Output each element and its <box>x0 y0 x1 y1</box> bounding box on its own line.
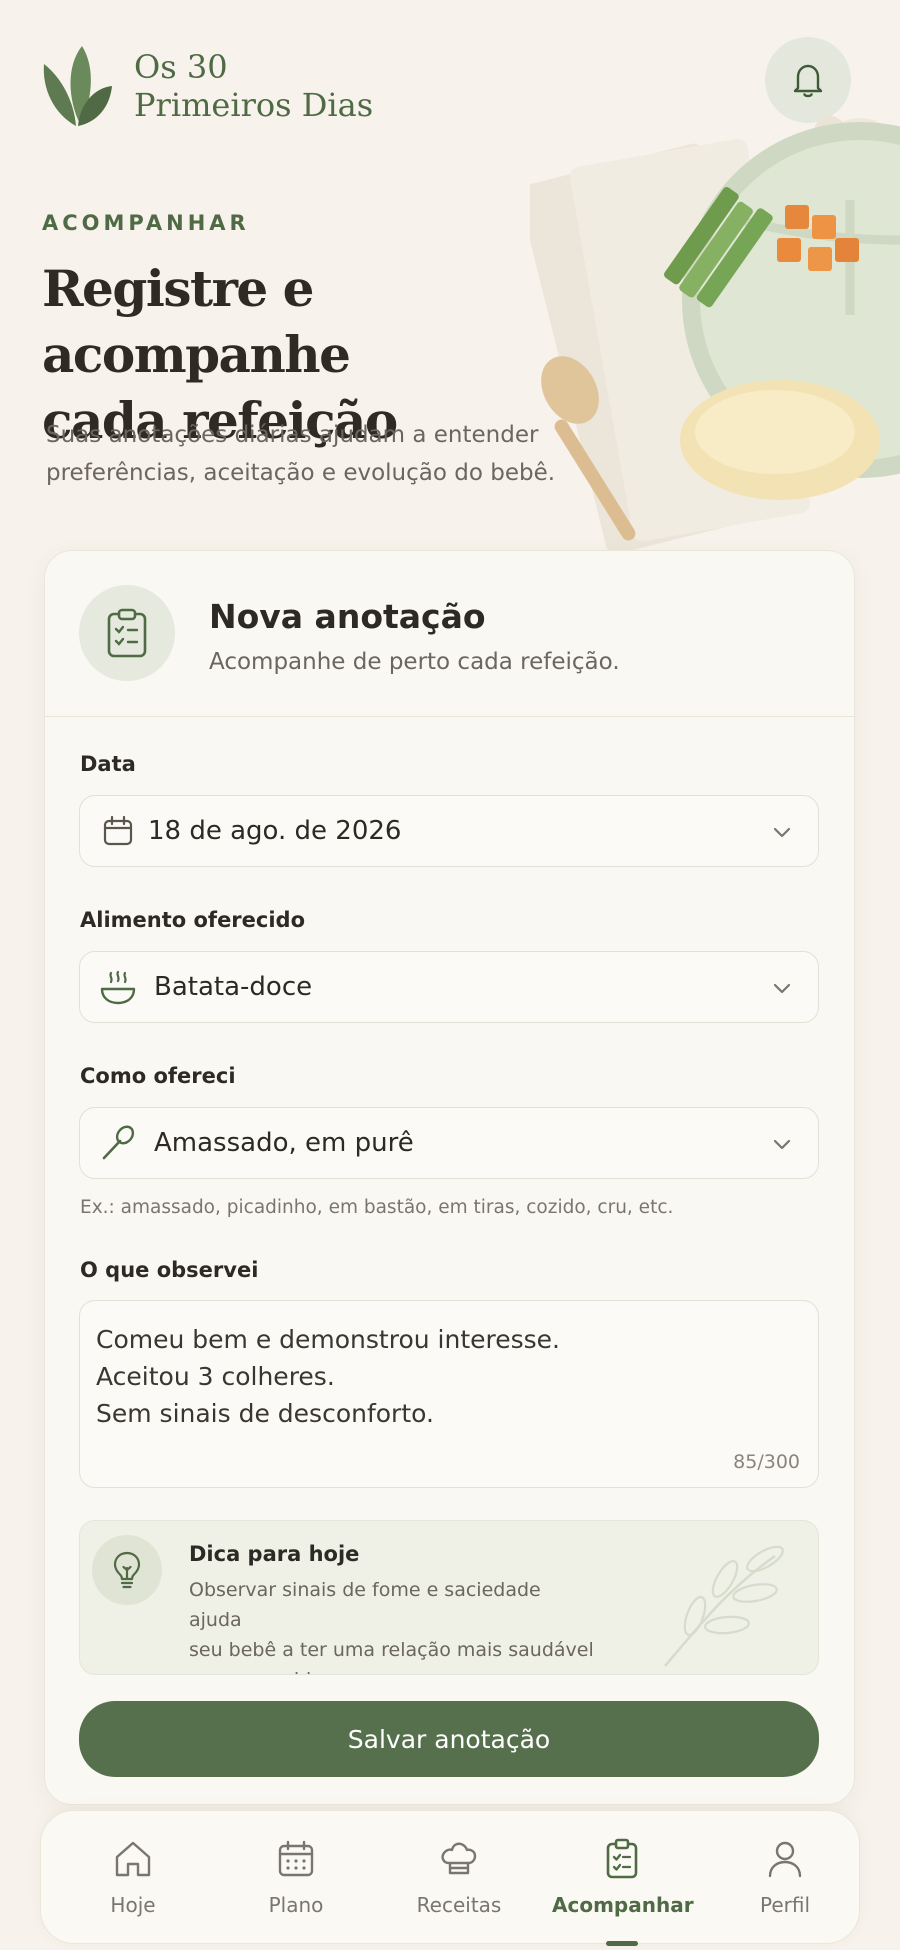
save-note-button[interactable]: Salvar anotação <box>79 1701 819 1777</box>
card-title: Nova anotação <box>209 597 486 636</box>
character-counter: 85/300 <box>733 1451 800 1473</box>
page-title-line-1: Registre e acompanhe <box>42 259 351 384</box>
chevron-down-icon <box>773 1139 791 1150</box>
page: Os 30 Primeiros Dias ACOMPANHAR Registre… <box>0 0 900 1950</box>
nav-item-receitas[interactable]: Receitas <box>389 1837 529 1917</box>
card-icon-badge <box>79 585 175 681</box>
food-select[interactable]: Batata-doce <box>79 951 819 1023</box>
tip-title: Dica para hoje <box>189 1542 360 1566</box>
page-subtitle-line-2: preferências, aceitação e evolução do be… <box>46 460 556 486</box>
chevron-down-icon <box>773 983 791 994</box>
active-tab-indicator <box>606 1941 638 1946</box>
new-note-card: Nova anotação Acompanhe de perto cada re… <box>44 550 855 1805</box>
nav-label: Receitas <box>416 1893 502 1917</box>
tip-text-line: seu bebê a ter uma relação mais saudável <box>189 1639 594 1661</box>
nav-item-acompanhar[interactable]: Acompanhar <box>552 1837 694 1946</box>
date-label: Data <box>80 752 136 776</box>
user-icon <box>768 1841 802 1878</box>
notes-line: Aceitou 3 colheres. <box>96 1362 335 1391</box>
clipboard-icon <box>107 608 147 658</box>
card-description: Acompanhe de perto cada refeição. <box>209 649 620 675</box>
leaf-decoration-icon <box>664 1545 784 1667</box>
method-select[interactable]: Amassado, em purê <box>79 1107 819 1179</box>
food-label: Alimento oferecido <box>80 908 306 932</box>
tip-text-line: com a comida. <box>189 1665 599 1674</box>
brand-name: Os 30 Primeiros Dias <box>134 48 373 124</box>
tip-text-line: Observar sinais de fome e saciedade ajud… <box>189 1579 541 1631</box>
notes-line: Sem sinais de desconforto. <box>96 1399 434 1428</box>
notes-textarea[interactable]: Comeu bem e demonstrou interesse. Aceito… <box>79 1300 819 1488</box>
method-hint: Ex.: amassado, picadinho, em bastão, em … <box>80 1197 674 1218</box>
method-label: Como ofereci <box>80 1064 236 1088</box>
page-subtitle: Suas anotações diárias ajudam a entender… <box>46 416 566 492</box>
daily-tip-box: Dica para hoje Observar sinais de fome e… <box>79 1520 819 1675</box>
food-value: Batata-doce <box>154 972 313 1002</box>
spoon-icon <box>98 1123 138 1163</box>
home-icon <box>115 1841 151 1877</box>
notes-line: Comeu bem e demonstrou interesse. <box>96 1325 561 1354</box>
section-eyebrow: ACOMPANHAR <box>42 211 250 235</box>
nav-label: Hoje <box>110 1893 156 1917</box>
leaf-logo-icon <box>43 46 112 126</box>
calendar-icon <box>278 1840 314 1877</box>
notes-label: O que observei <box>80 1258 259 1282</box>
tip-icon-badge <box>92 1535 162 1605</box>
brand-line-1: Os 30 <box>134 48 228 86</box>
nav-item-perfil[interactable]: Perfil <box>715 1837 855 1917</box>
card-header: Nova anotação Acompanhe de perto cada re… <box>45 551 854 717</box>
brand-logo: Os 30 Primeiros Dias <box>40 44 373 128</box>
nav-label: Plano <box>268 1893 324 1917</box>
bell-icon <box>793 64 823 98</box>
tip-text: Observar sinais de fome e saciedade ajud… <box>189 1575 599 1674</box>
date-select[interactable]: 18 de ago. de 2026 <box>79 795 819 867</box>
nav-label: Acompanhar <box>552 1893 694 1917</box>
nav-item-plano[interactable]: Plano <box>226 1837 366 1917</box>
lightbulb-icon <box>113 1551 141 1589</box>
date-value: 18 de ago. de 2026 <box>148 816 402 846</box>
method-value: Amassado, em purê <box>154 1128 414 1158</box>
brand-line-2: Primeiros Dias <box>134 86 374 124</box>
nav-item-hoje[interactable]: Hoje <box>63 1837 203 1917</box>
calendar-icon <box>98 811 138 851</box>
chevron-down-icon <box>773 827 791 838</box>
page-subtitle-line-1: Suas anotações diárias ajudam a entender <box>46 422 539 448</box>
nav-label: Perfil <box>759 1893 811 1917</box>
chef-hat-icon <box>441 1842 477 1875</box>
bowl-icon <box>98 967 138 1007</box>
clipboard-icon <box>606 1838 638 1879</box>
bottom-navigation: Hoje Plano Receitas Acompanhar Perfil <box>40 1810 860 1946</box>
